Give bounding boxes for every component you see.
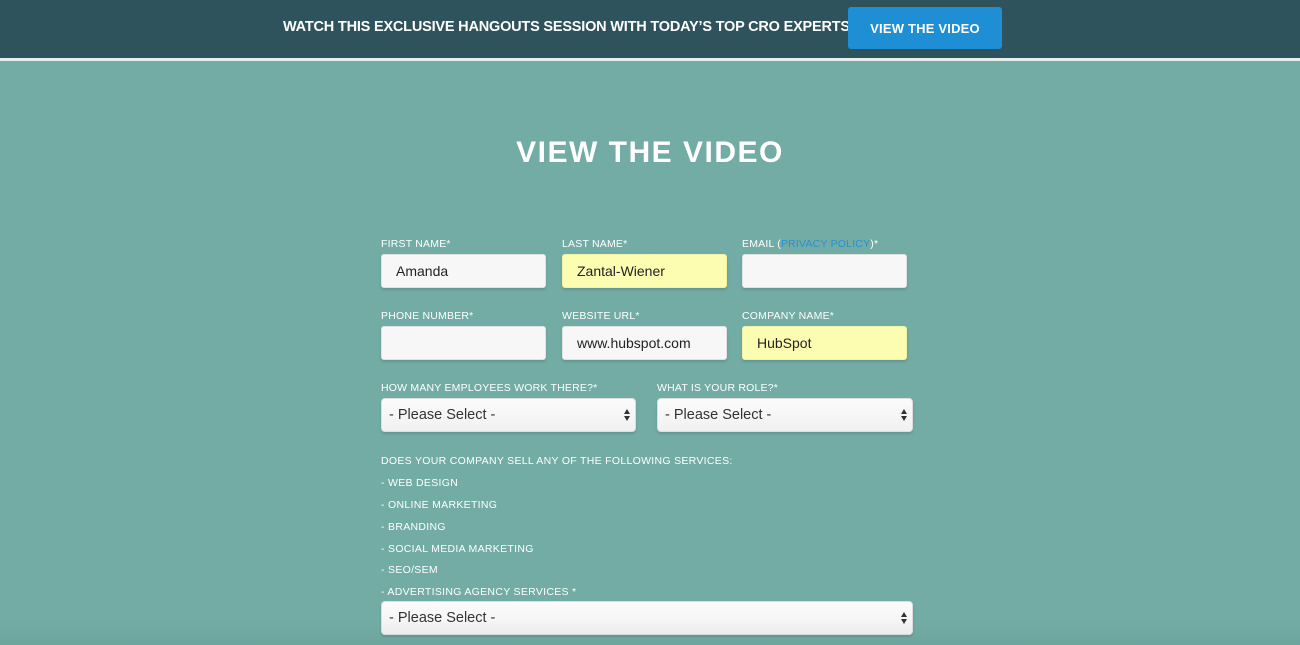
phone-input[interactable]: [381, 326, 546, 360]
services-item: - SEO/SEM: [381, 564, 438, 576]
email-label-required: )*: [870, 238, 879, 250]
role-selected-value: - Please Select -: [665, 407, 772, 423]
email-label-text: EMAIL (: [742, 238, 781, 250]
company-input[interactable]: HubSpot: [742, 326, 907, 360]
bottom-shade: [0, 620, 1300, 645]
view-video-banner-button[interactable]: VIEW THE VIDEO: [848, 7, 1002, 49]
employees-select[interactable]: - Please Select -: [381, 398, 636, 432]
select-arrows-icon: [901, 409, 907, 421]
company-label: COMPANY NAME*: [742, 310, 835, 322]
website-input[interactable]: www.hubspot.com: [562, 326, 727, 360]
services-item: - ADVERTISING AGENCY SERVICES *: [381, 586, 577, 598]
role-label: WHAT IS YOUR ROLE?*: [657, 382, 779, 394]
banner-text: WATCH THIS EXCLUSIVE HANGOUTS SESSION WI…: [283, 19, 854, 35]
form-heading: VIEW THE VIDEO: [516, 136, 784, 169]
website-label: WEBSITE URL*: [562, 310, 640, 322]
email-label: EMAIL (PRIVACY POLICY)*: [742, 238, 878, 250]
privacy-policy-link[interactable]: PRIVACY POLICY: [781, 238, 870, 250]
services-item: - BRANDING: [381, 521, 446, 533]
first-name-label: FIRST NAME*: [381, 238, 451, 250]
phone-label: PHONE NUMBER*: [381, 310, 474, 322]
employees-selected-value: - Please Select -: [389, 407, 496, 423]
services-item: - WEB DESIGN: [381, 477, 459, 489]
first-name-input[interactable]: Amanda: [381, 254, 546, 288]
last-name-input[interactable]: Zantal-Wiener: [562, 254, 727, 288]
services-item: - SOCIAL MEDIA MARKETING: [381, 543, 534, 555]
email-input[interactable]: [742, 254, 907, 288]
services-question: DOES YOUR COMPANY SELL ANY OF THE FOLLOW…: [381, 455, 733, 467]
last-name-label: LAST NAME*: [562, 238, 628, 250]
promo-banner: WATCH THIS EXCLUSIVE HANGOUTS SESSION WI…: [0, 0, 1300, 61]
services-item: - ONLINE MARKETING: [381, 499, 498, 511]
select-arrows-icon: [624, 409, 630, 421]
employees-label: HOW MANY EMPLOYEES WORK THERE?*: [381, 382, 598, 394]
role-select[interactable]: - Please Select -: [657, 398, 913, 432]
